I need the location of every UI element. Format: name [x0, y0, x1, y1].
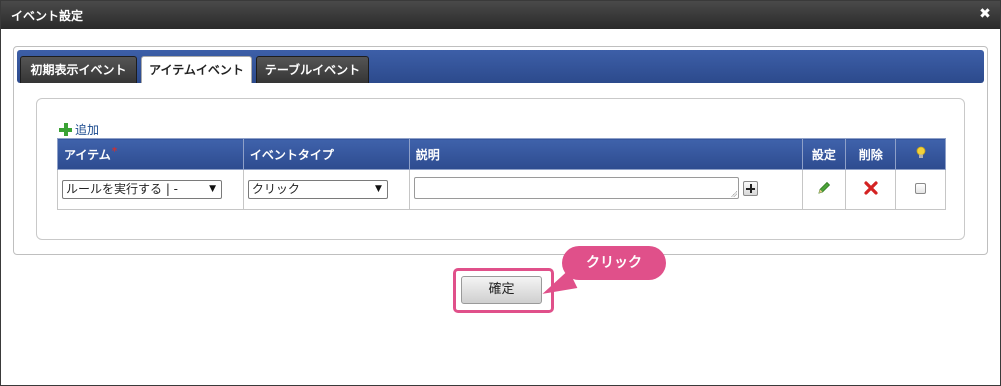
table-row: ルールを実行する | - ▼ クリック ▼ [57, 169, 946, 210]
item-event-area: 追加 アイテム* イベントタイプ 説明 設定 削除 ルールを実行する | - ▼… [36, 98, 965, 240]
row-checkbox[interactable] [915, 182, 927, 194]
col-delete: 削除 [845, 138, 897, 170]
delete-icon[interactable] [864, 181, 878, 195]
description-wrap [413, 177, 758, 199]
col-item: アイテム* [57, 138, 244, 170]
tab-item-event[interactable]: アイテムイベント [141, 56, 252, 83]
cell-select [895, 169, 946, 210]
item-select-value: ルールを実行する | - [66, 182, 179, 196]
add-button[interactable]: 追加 [59, 122, 100, 137]
lightbulb-icon [916, 146, 925, 158]
dropdown-arrow-icon: ▼ [209, 184, 216, 194]
item-select[interactable]: ルールを実行する | - ▼ [62, 180, 222, 199]
col-description: 説明 [408, 138, 803, 170]
event-type-select[interactable]: クリック ▼ [247, 180, 388, 199]
dialog-title: イベント設定 [11, 9, 84, 23]
tab-initial-display-event[interactable]: 初期表示イベント [20, 56, 137, 83]
col-settings: 設定 [801, 138, 847, 170]
confirm-button[interactable]: 確定 [461, 276, 542, 304]
pencil-icon[interactable] [816, 180, 832, 196]
event-table: アイテム* イベントタイプ 説明 設定 削除 ルールを実行する | - ▼ クリ… [57, 138, 946, 210]
cell-item: ルールを実行する | - ▼ [57, 169, 244, 210]
expand-icon[interactable] [742, 180, 758, 196]
add-label: 追加 [75, 122, 100, 137]
cell-settings [801, 169, 847, 210]
tab-table-event[interactable]: テーブルイベント [256, 56, 369, 83]
dialog-titlebar: イベント設定 ✖ [1, 1, 1000, 29]
col-hint [895, 138, 946, 170]
col-event-type: イベントタイプ [242, 138, 410, 170]
event-settings-dialog: イベント設定 ✖ 初期表示イベント アイテムイベント テーブルイベント 追加 ア… [0, 0, 1001, 386]
description-textarea[interactable] [413, 177, 739, 199]
event-type-select-value: クリック [251, 182, 300, 196]
close-icon[interactable]: ✖ [978, 7, 992, 21]
required-mark: * [111, 145, 118, 157]
plus-icon [59, 122, 72, 136]
click-callout: クリック [562, 246, 666, 280]
cell-delete [845, 169, 897, 210]
cell-description [408, 169, 803, 210]
col-item-label: アイテム [64, 147, 111, 162]
tab-bar: 初期表示イベント アイテムイベント テーブルイベント [17, 50, 984, 83]
event-panel: 初期表示イベント アイテムイベント テーブルイベント 追加 アイテム* イベント… [13, 46, 988, 255]
table-header-row: アイテム* イベントタイプ 説明 設定 削除 [57, 138, 946, 170]
dropdown-arrow-icon: ▼ [374, 184, 382, 194]
cell-event-type: クリック ▼ [242, 169, 410, 210]
